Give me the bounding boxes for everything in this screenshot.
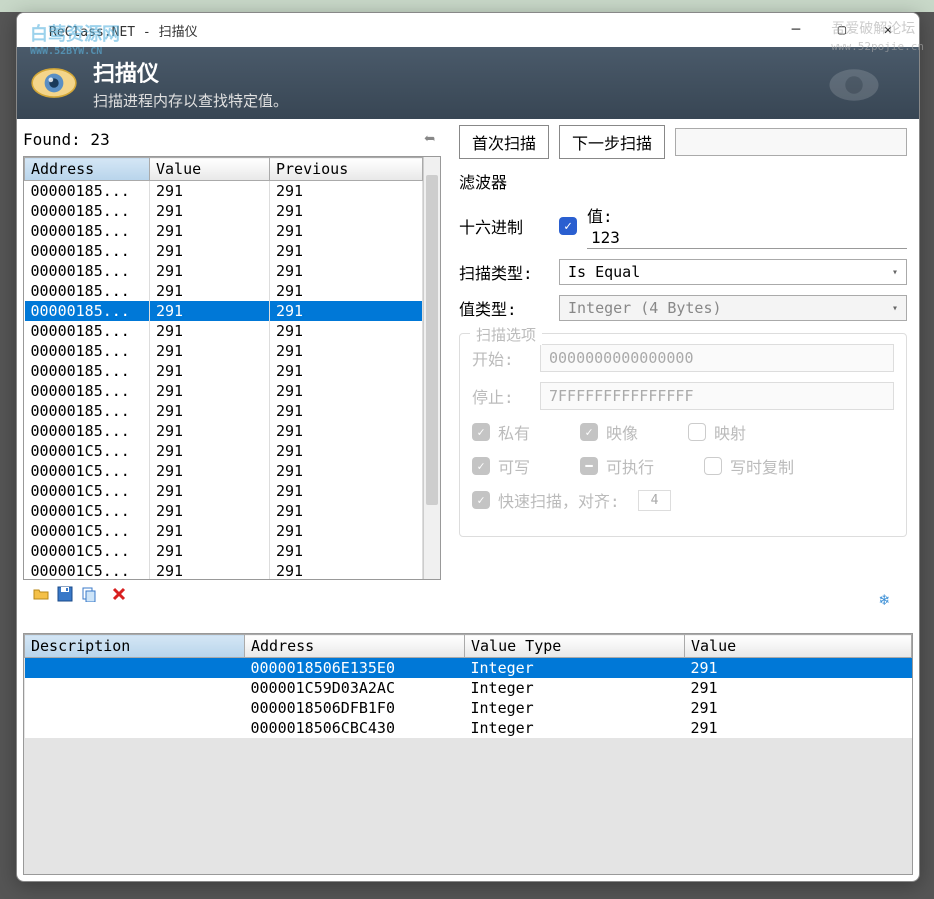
watermark-forum: 吾爱破解论坛www.52pojie.cn xyxy=(831,18,924,54)
image-checkbox[interactable]: ✓ xyxy=(580,423,598,441)
col-address[interactable]: Address xyxy=(25,158,150,181)
align-input[interactable]: 4 xyxy=(638,490,672,511)
hex-checkbox[interactable]: ✓ xyxy=(559,217,577,235)
col-address2[interactable]: Address xyxy=(245,635,465,658)
col-previous[interactable]: Previous xyxy=(270,158,423,181)
header-subtitle: 扫描进程内存以查找特定值。 xyxy=(93,90,288,111)
table-row[interactable]: 00000185...291291 xyxy=(25,301,423,321)
cow-label: 写时复制 xyxy=(730,454,794,478)
table-row[interactable]: 0000018506DFB1F0Integer291 xyxy=(25,698,912,718)
table-row[interactable]: 000001C5...291291 xyxy=(25,561,423,579)
scan-options-group: 扫描选项 开始: 停止: ✓私有 ✓映像 映射 ✓可写 ━可执行 写时 xyxy=(459,333,907,537)
table-row[interactable]: 00000185...291291 xyxy=(25,241,423,261)
executable-checkbox[interactable]: ━ xyxy=(580,457,598,475)
cow-checkbox[interactable] xyxy=(704,457,722,475)
start-input[interactable] xyxy=(540,344,894,372)
writable-label: 可写 xyxy=(498,454,530,478)
scantype-select[interactable]: Is Equal ▾ xyxy=(559,259,907,285)
table-row[interactable]: 00000185...291291 xyxy=(25,381,423,401)
found-count-label: Found: 23 xyxy=(23,130,110,149)
table-row[interactable]: 000001C5...291291 xyxy=(25,501,423,521)
valuetype-select[interactable]: Integer (4 Bytes) ▾ xyxy=(559,295,907,321)
table-row[interactable]: 000001C5...291291 xyxy=(25,441,423,461)
scantype-value: Is Equal xyxy=(568,263,640,281)
header-eye-bg-icon xyxy=(809,57,899,113)
titlebar[interactable]: ReClass.NET - 扫描仪 ─ ▢ ✕ xyxy=(17,13,919,47)
save-icon[interactable] xyxy=(55,584,75,604)
table-row[interactable]: 00000185...291291 xyxy=(25,261,423,281)
fastscan-checkbox[interactable]: ✓ xyxy=(472,491,490,509)
window-title: ReClass.NET - 扫描仪 xyxy=(25,21,773,40)
table-row[interactable]: 00000185...291291 xyxy=(25,281,423,301)
results-scrollbar[interactable] xyxy=(423,157,440,579)
value-label: 值: xyxy=(587,203,907,227)
table-row[interactable]: 00000185...291291 xyxy=(25,401,423,421)
start-label: 开始: xyxy=(472,346,522,370)
table-row[interactable]: 000001C5...291291 xyxy=(25,521,423,541)
table-row[interactable]: 00000185...291291 xyxy=(25,321,423,341)
executable-label: 可执行 xyxy=(606,454,654,478)
col-vtype[interactable]: Value Type xyxy=(465,635,685,658)
delete-icon[interactable] xyxy=(109,584,129,604)
mapped-label: 映射 xyxy=(714,420,746,444)
snowflake-icon[interactable]: ❄ xyxy=(879,590,889,609)
options-legend: 扫描选项 xyxy=(470,324,542,345)
stop-label: 停止: xyxy=(472,384,522,408)
first-scan-button[interactable]: 首次扫描 xyxy=(459,125,549,159)
table-row[interactable]: 00000185...291291 xyxy=(25,361,423,381)
col-value[interactable]: Value xyxy=(150,158,270,181)
mapped-checkbox xyxy=(688,423,706,441)
table-row[interactable]: 00000185...291291 xyxy=(25,421,423,441)
scanner-eye-icon xyxy=(29,58,79,108)
writable-checkbox[interactable]: ✓ xyxy=(472,457,490,475)
minimize-button[interactable]: ─ xyxy=(773,15,819,45)
copy-icon[interactable] xyxy=(79,584,99,604)
scan-extra-input[interactable] xyxy=(675,128,907,156)
filter-heading: 滤波器 xyxy=(459,169,907,193)
chevron-down-icon: ▾ xyxy=(892,303,898,314)
table-row[interactable]: 000001C5...291291 xyxy=(25,461,423,481)
table-row[interactable]: 00000185...291291 xyxy=(25,181,423,202)
header-title: 扫描仪 xyxy=(93,56,288,88)
valuetype-label: 值类型: xyxy=(459,296,549,320)
saved-addresses-table[interactable]: Description Address Value Type Value 000… xyxy=(24,634,912,738)
scantype-label: 扫描类型: xyxy=(459,260,549,284)
open-icon[interactable] xyxy=(31,584,51,604)
results-toolbar xyxy=(23,580,441,608)
table-row[interactable]: 000001C5...291291 xyxy=(25,481,423,501)
results-table[interactable]: Address Value Previous 00000185...291291… xyxy=(24,157,423,579)
watermark-logo: 白莺资源网WWW.52BYW.CN xyxy=(30,20,120,57)
table-row[interactable]: 00000185...291291 xyxy=(25,221,423,241)
table-row[interactable]: 0000018506CBC430Integer291 xyxy=(25,718,912,738)
private-label: 私有 xyxy=(498,420,530,444)
table-row[interactable]: 00000185...291291 xyxy=(25,341,423,361)
col-description[interactable]: Description xyxy=(25,635,245,658)
fastscan-label: 快速扫描，对齐: xyxy=(498,488,620,512)
next-scan-button[interactable]: 下一步扫描 xyxy=(559,125,665,159)
valuetype-value: Integer (4 Bytes) xyxy=(568,299,722,317)
header-band: 扫描仪 扫描进程内存以查找特定值。 xyxy=(17,47,919,119)
value-input[interactable] xyxy=(587,227,907,249)
scanner-window: ReClass.NET - 扫描仪 ─ ▢ ✕ 扫描仪 扫描进程内存以查找特定值… xyxy=(16,12,920,882)
image-label: 映像 xyxy=(606,420,638,444)
col-value2[interactable]: Value xyxy=(685,635,912,658)
chevron-down-icon: ▾ xyxy=(892,267,898,278)
hex-label: 十六进制 xyxy=(459,214,549,238)
table-row[interactable]: 000001C5...291291 xyxy=(25,541,423,561)
stop-input[interactable] xyxy=(540,382,894,410)
private-checkbox[interactable]: ✓ xyxy=(472,423,490,441)
undo-icon[interactable]: ➦ xyxy=(424,129,435,150)
table-row[interactable]: 0000018506E135E0Integer291 xyxy=(25,658,912,679)
table-row[interactable]: 00000185...291291 xyxy=(25,201,423,221)
table-row[interactable]: 000001C59D03A2ACInteger291 xyxy=(25,678,912,698)
